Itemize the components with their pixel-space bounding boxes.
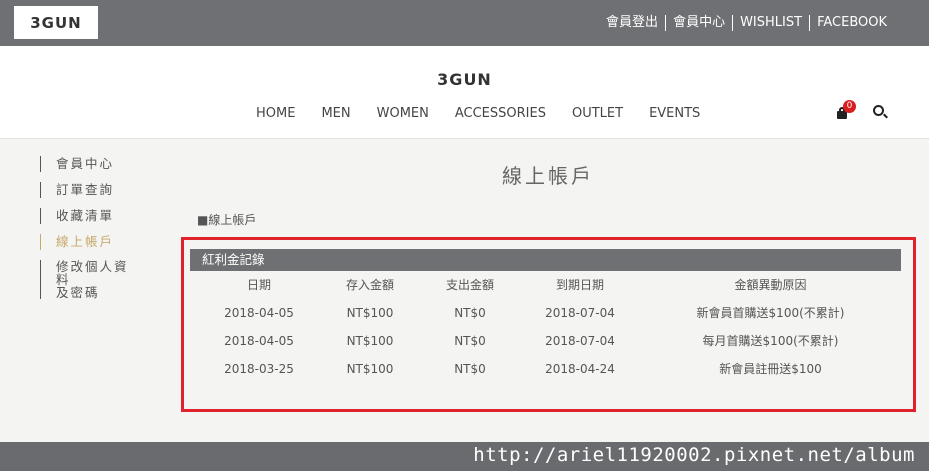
bonus-record-table: 日期 存入金額 支出金額 到期日期 金額異動原因 2018-04-05 NT$1… xyxy=(190,278,901,390)
cell-date: 2018-03-25 xyxy=(224,362,294,376)
cell-expense: NT$0 xyxy=(454,306,486,320)
logout-link[interactable]: 會員登出 xyxy=(599,15,665,31)
sidebar-item-edit-profile-line1: 修改個人資料 xyxy=(56,259,129,287)
logo[interactable]: 3GUN xyxy=(14,6,98,39)
cell-expiry: 2018-07-04 xyxy=(545,306,615,320)
cell-deposit: NT$100 xyxy=(346,362,394,376)
search-icon[interactable] xyxy=(873,105,884,116)
nav-events[interactable]: EVENTS xyxy=(636,106,713,121)
bonus-record-panel: 紅利金記錄 日期 存入金額 支出金額 到期日期 金額異動原因 2018-04-0… xyxy=(181,237,916,412)
main-nav: HOME MEN WOMEN ACCESSORIES OUTLET EVENTS xyxy=(243,106,713,121)
nav-accessories[interactable]: ACCESSORIES xyxy=(442,106,559,121)
nav-men[interactable]: MEN xyxy=(308,106,363,121)
nav-home[interactable]: HOME xyxy=(243,106,308,121)
cell-date: 2018-04-05 xyxy=(224,334,294,348)
cell-deposit: NT$100 xyxy=(346,334,394,348)
facebook-link[interactable]: FACEBOOK xyxy=(809,15,894,31)
cell-reason: 每月首購送$100(不累計) xyxy=(702,334,839,348)
cell-expiry: 2018-04-24 xyxy=(545,362,615,376)
panel-title: 紅利金記錄 xyxy=(190,249,901,271)
nav-women[interactable]: WOMEN xyxy=(364,106,442,121)
site-header: 3GUN HOME MEN WOMEN ACCESSORIES OUTLET E… xyxy=(0,46,929,139)
column-header-reason: 金額異動原因 xyxy=(734,278,807,292)
column-header-deposit: 存入金額 xyxy=(345,278,394,292)
logo-text: 3GUN xyxy=(30,13,82,32)
top-links: 會員登出 會員中心 WISHLIST FACEBOOK xyxy=(599,15,894,31)
cell-date: 2018-04-05 xyxy=(224,306,294,320)
cell-reason: 新會員首購送$100(不累計) xyxy=(696,306,845,320)
breadcrumb: ■線上帳戶 xyxy=(197,213,257,227)
column-header-expiry: 到期日期 xyxy=(555,278,604,292)
cart-icon[interactable]: 0 xyxy=(836,100,856,120)
table-header-row: 日期 存入金額 支出金額 到期日期 金額異動原因 xyxy=(190,278,901,306)
sidebar-item-online-account[interactable]: 線上帳戶 xyxy=(40,234,140,250)
cell-reason: 新會員註冊送$100 xyxy=(719,362,822,376)
column-header-date: 日期 xyxy=(246,278,271,292)
cell-deposit: NT$100 xyxy=(346,306,394,320)
wishlist-link[interactable]: WISHLIST xyxy=(732,15,809,31)
top-bar: 3GUN 會員登出 會員中心 WISHLIST FACEBOOK xyxy=(0,0,929,46)
sidebar-item-edit-profile-line2: 及密碼 xyxy=(56,285,100,300)
watermark: http://ariel11920002.pixnet.net/album xyxy=(473,444,915,466)
sidebar-item-member-center[interactable]: 會員中心 xyxy=(40,156,140,172)
table-row: 2018-04-05 NT$100 NT$0 2018-07-04 每月首購送$… xyxy=(190,334,901,362)
nav-outlet[interactable]: OUTLET xyxy=(559,106,636,121)
sidebar-item-edit-profile[interactable]: 修改個人資料 及密碼 xyxy=(40,260,140,299)
page-title: 線上帳戶 xyxy=(502,164,594,188)
cell-expense: NT$0 xyxy=(454,334,486,348)
brand-logo[interactable]: 3GUN xyxy=(0,70,929,89)
cart-count-badge: 0 xyxy=(843,100,856,113)
sidebar-item-orders[interactable]: 訂單查詢 xyxy=(40,182,140,198)
member-center-link[interactable]: 會員中心 xyxy=(665,15,732,31)
column-header-expense: 支出金額 xyxy=(445,278,494,292)
cell-expense: NT$0 xyxy=(454,362,486,376)
sidebar-item-favorites[interactable]: 收藏清單 xyxy=(40,208,140,224)
table-row: 2018-03-25 NT$100 NT$0 2018-04-24 新會員註冊送… xyxy=(190,362,901,390)
account-sidebar: 會員中心 訂單查詢 收藏清單 線上帳戶 修改個人資料 及密碼 xyxy=(40,156,140,309)
table-row: 2018-04-05 NT$100 NT$0 2018-07-04 新會員首購送… xyxy=(190,306,901,334)
cell-expiry: 2018-07-04 xyxy=(545,334,615,348)
